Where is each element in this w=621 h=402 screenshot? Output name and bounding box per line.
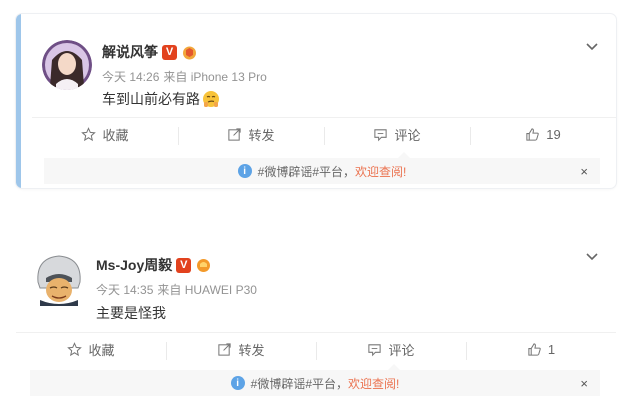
like-button[interactable]: 1 [466, 333, 616, 366]
notice-text: #微博辟谣#平台， [257, 164, 355, 179]
star-outline-icon [81, 127, 97, 142]
notice-link[interactable]: 欢迎查阅! [355, 163, 406, 180]
post-text: 主要是怪我 [96, 303, 166, 323]
favorite-label: 收藏 [102, 128, 129, 143]
like-count: 1 [547, 342, 556, 357]
repost-button[interactable]: 转发 [166, 333, 316, 366]
rumor-notice-bar: i #微博辟谣#平台， 欢迎查阅! × [30, 364, 600, 396]
weibo-post-card: 解说风筝 V 今天 14:26 来自 iPhone 13 Pro 车到山前必有路… [16, 14, 616, 188]
repost-button[interactable]: 转发 [178, 118, 324, 151]
action-bar: 收藏 转发 评论 1 [16, 332, 616, 366]
author-row: 解说风筝 V [102, 42, 198, 62]
like-button[interactable]: 19 [470, 118, 616, 151]
info-icon: i [237, 164, 252, 178]
comment-icon [374, 129, 388, 142]
vip-badge-icon: V [162, 44, 177, 60]
smirk-emoji-icon [203, 91, 219, 107]
close-icon[interactable]: × [580, 164, 588, 179]
thumbs-up-icon [528, 343, 541, 356]
post-meta: 今天 14:26 来自 iPhone 13 Pro [102, 68, 267, 85]
rumor-notice-bar: i #微博辟谣#平台， 欢迎查阅! × [44, 152, 600, 184]
post-source: 来自 HUAWEI P30 [157, 283, 257, 297]
medal-icon [197, 258, 211, 272]
timestamp[interactable]: 今天 14:35 [96, 281, 153, 298]
chevron-down-icon[interactable] [584, 248, 600, 264]
info-icon: i [230, 376, 245, 390]
timestamp[interactable]: 今天 14:26 [102, 68, 159, 85]
post-text: 车到山前必有路 [102, 89, 220, 109]
username[interactable]: 解说风筝 [102, 42, 158, 62]
username[interactable]: Ms-Joy周毅 [96, 255, 172, 275]
post-body: 车到山前必有路 [102, 91, 200, 107]
like-count: 19 [546, 127, 561, 142]
action-bar: 收藏 转发 评论 19 [32, 117, 616, 151]
comment-icon [368, 344, 382, 357]
favorite-label: 收藏 [88, 343, 115, 358]
close-icon[interactable]: × [580, 376, 588, 391]
favorite-button[interactable]: 收藏 [32, 118, 178, 151]
post-source: 来自 iPhone 13 Pro [163, 70, 267, 84]
repost-label: 转发 [248, 128, 275, 143]
avatar[interactable] [32, 252, 86, 306]
comment-button[interactable]: 评论 [316, 333, 466, 366]
notice-link[interactable]: 欢迎查阅! [348, 375, 399, 392]
post-meta: 今天 14:35 来自 HUAWEI P30 [96, 281, 257, 298]
chevron-down-icon[interactable] [584, 38, 600, 54]
weibo-post-card: Ms-Joy周毅 V 今天 14:35 来自 HUAWEI P30 主要是怪我 … [16, 228, 616, 398]
favorite-button[interactable]: 收藏 [16, 333, 166, 366]
repost-icon [228, 128, 242, 141]
repost-label: 转发 [238, 343, 265, 358]
comment-label: 评论 [394, 128, 421, 143]
post-body: 主要是怪我 [96, 305, 166, 321]
avatar[interactable] [42, 40, 92, 90]
comment-label: 评论 [388, 343, 415, 358]
author-row: Ms-Joy周毅 V [96, 255, 212, 275]
star-outline-icon [67, 342, 83, 357]
repost-icon [218, 343, 232, 356]
comment-button[interactable]: 评论 [324, 118, 470, 151]
notice-text: #微博辟谣#平台， [250, 376, 348, 391]
thumbs-up-icon [526, 128, 540, 141]
vip-badge-icon: V [176, 257, 192, 273]
medal-icon [183, 46, 196, 59]
